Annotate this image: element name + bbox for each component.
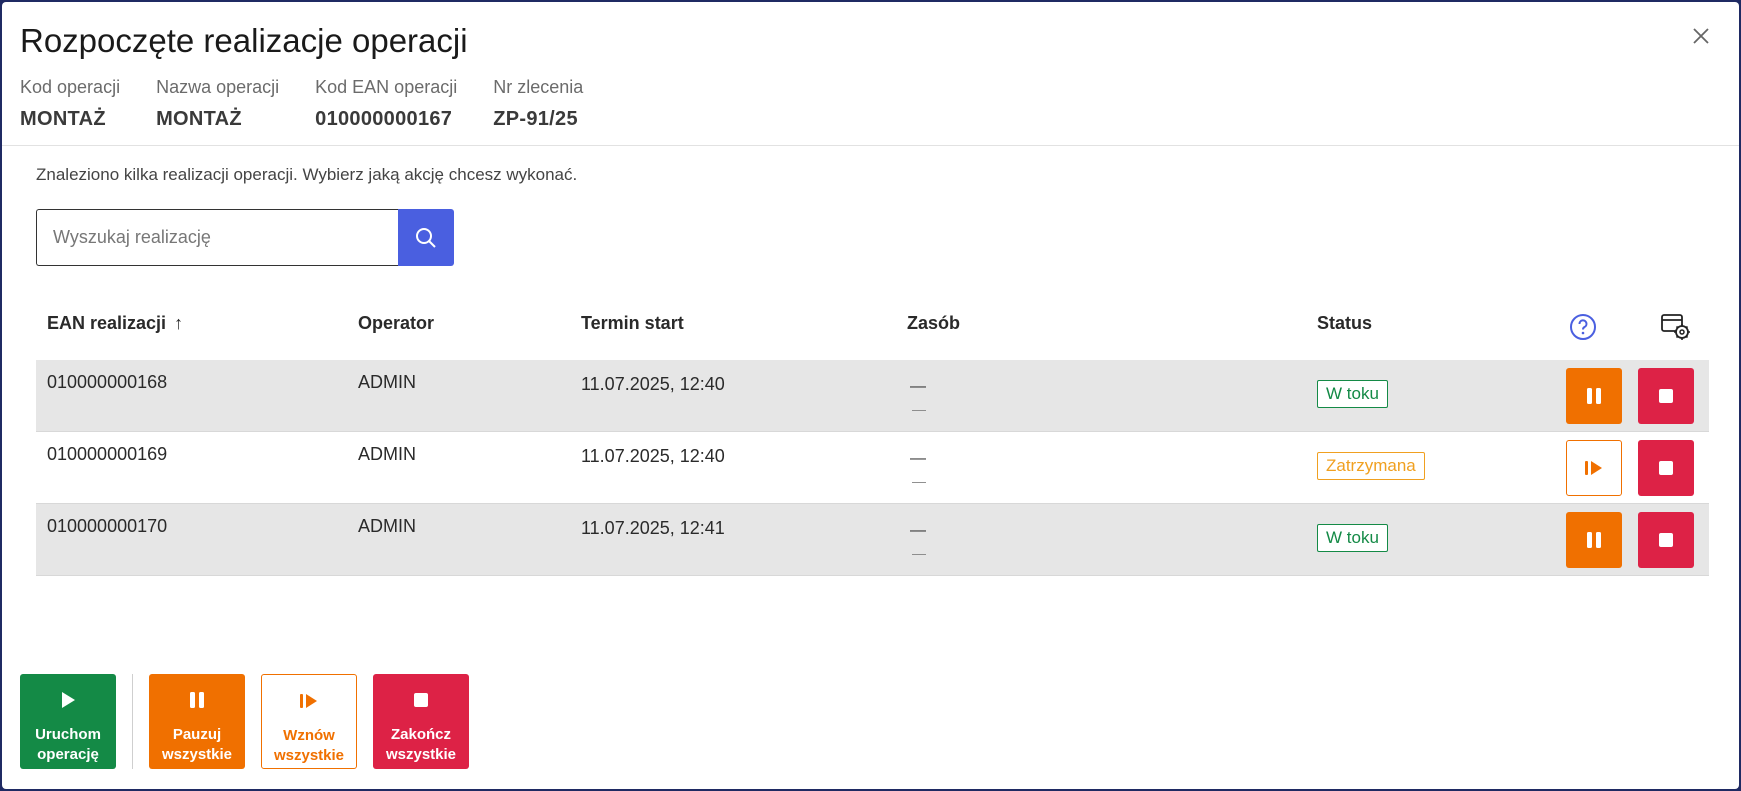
pause-icon — [1587, 532, 1601, 548]
close-button[interactable] — [1687, 22, 1715, 50]
search-input[interactable] — [36, 209, 398, 266]
meta-value: MONTAŻ — [156, 108, 242, 130]
end-all-label-2: wszystkie — [385, 746, 457, 763]
start-label-1: Uruchom — [35, 726, 101, 743]
status-badge: W toku — [1317, 380, 1388, 408]
operation-meta: Kod operacji MONTAŻ Nazwa operacji MONTA… — [20, 77, 619, 131]
meta-label: Kod operacji — [20, 77, 121, 97]
status-badge: W toku — [1317, 524, 1388, 552]
search-button[interactable] — [398, 209, 454, 266]
pause-button[interactable] — [1566, 368, 1622, 424]
resume-icon — [300, 694, 317, 708]
pause-all-button[interactable]: Pauzuj wszystkie — [149, 674, 245, 769]
cell-zasob-sub: — — [912, 545, 926, 561]
table-header: EAN realizacji ↑ Operator Termin start Z… — [36, 298, 1709, 360]
cell-operator: ADMIN — [358, 444, 416, 464]
col-ean-header[interactable]: EAN realizacji ↑ — [47, 298, 183, 360]
realizations-table: EAN realizacji ↑ Operator Termin start Z… — [36, 298, 1709, 576]
cell-zasob: — — [910, 450, 926, 467]
column-settings-button[interactable] — [1660, 311, 1692, 343]
stop-button[interactable] — [1638, 440, 1694, 496]
end-all-label-1: Zakończ — [390, 726, 451, 743]
pause-button[interactable] — [1566, 512, 1622, 568]
cell-zasob-sub: — — [912, 473, 926, 489]
meta-kod-ean: Kod EAN operacji 010000000167 — [315, 77, 457, 131]
meta-value: 010000000167 — [315, 108, 453, 130]
search-icon — [416, 227, 436, 248]
help-button[interactable] — [1567, 311, 1599, 343]
meta-value: MONTAŻ — [20, 108, 106, 130]
resume-button[interactable] — [1566, 440, 1622, 496]
info-text: Znaleziono kilka realizacji operacji. Wy… — [36, 165, 578, 184]
stop-icon — [1659, 461, 1673, 475]
meta-kod-operacji: Kod operacji MONTAŻ — [20, 77, 120, 131]
cell-operator: ADMIN — [358, 516, 416, 536]
cell-zasob: — — [910, 522, 926, 539]
cell-ean: 010000000169 — [47, 444, 168, 464]
stop-button[interactable] — [1638, 368, 1694, 424]
search-bar — [36, 209, 454, 266]
play-icon — [62, 692, 75, 708]
table-row[interactable]: 010000000169 ADMIN 11.07.2025, 12:40 — —… — [36, 432, 1709, 504]
stop-icon — [1659, 389, 1673, 403]
meta-nazwa-operacji: Nazwa operacji MONTAŻ — [156, 77, 279, 131]
start-operation-button[interactable]: Uruchom operację — [20, 674, 116, 769]
cell-operator: ADMIN — [358, 372, 416, 392]
dialog-title: Rozpoczęte realizacje operacji — [20, 22, 468, 59]
pause-icon — [190, 692, 204, 708]
table-row[interactable]: 010000000170 ADMIN 11.07.2025, 12:41 — —… — [36, 504, 1709, 576]
stop-icon — [414, 693, 428, 707]
stop-icon — [1659, 533, 1673, 547]
col-status-header[interactable]: Status — [1317, 298, 1372, 360]
col-operator-header[interactable]: Operator — [358, 298, 434, 360]
col-termin-header[interactable]: Termin start — [581, 298, 684, 360]
end-all-button[interactable]: Zakończ wszystkie — [373, 674, 469, 769]
pause-all-label-2: wszystkie — [161, 746, 233, 763]
col-zasob-header[interactable]: Zasób — [907, 298, 960, 360]
meta-nr-zlecenia: Nr zlecenia ZP-91/25 — [493, 77, 583, 131]
help-icon — [1570, 314, 1596, 340]
col-ean-label: EAN realizacji — [47, 313, 167, 333]
cell-zasob: — — [910, 378, 926, 395]
resume-all-button[interactable]: Wznów wszystkie — [261, 674, 357, 769]
cell-termin: 11.07.2025, 12:40 — [581, 446, 725, 466]
table-row[interactable]: 010000000168 ADMIN 11.07.2025, 12:40 — —… — [36, 360, 1709, 432]
meta-label: Kod EAN operacji — [315, 77, 458, 97]
meta-label: Nr zlecenia — [493, 77, 584, 97]
footer-divider — [132, 674, 133, 769]
sort-asc-icon: ↑ — [174, 313, 184, 333]
meta-label: Nazwa operacji — [156, 77, 280, 97]
cell-ean: 010000000170 — [47, 516, 168, 536]
column-settings-icon — [1661, 314, 1690, 340]
cell-termin: 11.07.2025, 12:41 — [581, 518, 725, 538]
meta-value: ZP-91/25 — [493, 108, 578, 130]
resume-all-label-1: Wznów — [283, 727, 335, 744]
resume-all-label-2: wszystkie — [273, 747, 345, 764]
cell-termin: 11.07.2025, 12:40 — [581, 374, 725, 394]
resume-icon — [1585, 461, 1602, 475]
close-icon — [1693, 28, 1709, 44]
cell-zasob-sub: — — [912, 401, 926, 417]
dialog: Rozpoczęte realizacje operacji Kod opera… — [2, 2, 1739, 789]
footer-actions: Uruchom operację Pauzuj wszystkie Wznów … — [20, 674, 469, 769]
dialog-header: Rozpoczęte realizacje operacji Kod opera… — [2, 2, 1739, 146]
stop-button[interactable] — [1638, 512, 1694, 568]
pause-all-label-1: Pauzuj — [172, 726, 222, 743]
start-label-2: operację — [37, 746, 99, 763]
pause-icon — [1587, 388, 1601, 404]
cell-ean: 010000000168 — [47, 372, 168, 392]
status-badge: Zatrzymana — [1317, 452, 1425, 480]
